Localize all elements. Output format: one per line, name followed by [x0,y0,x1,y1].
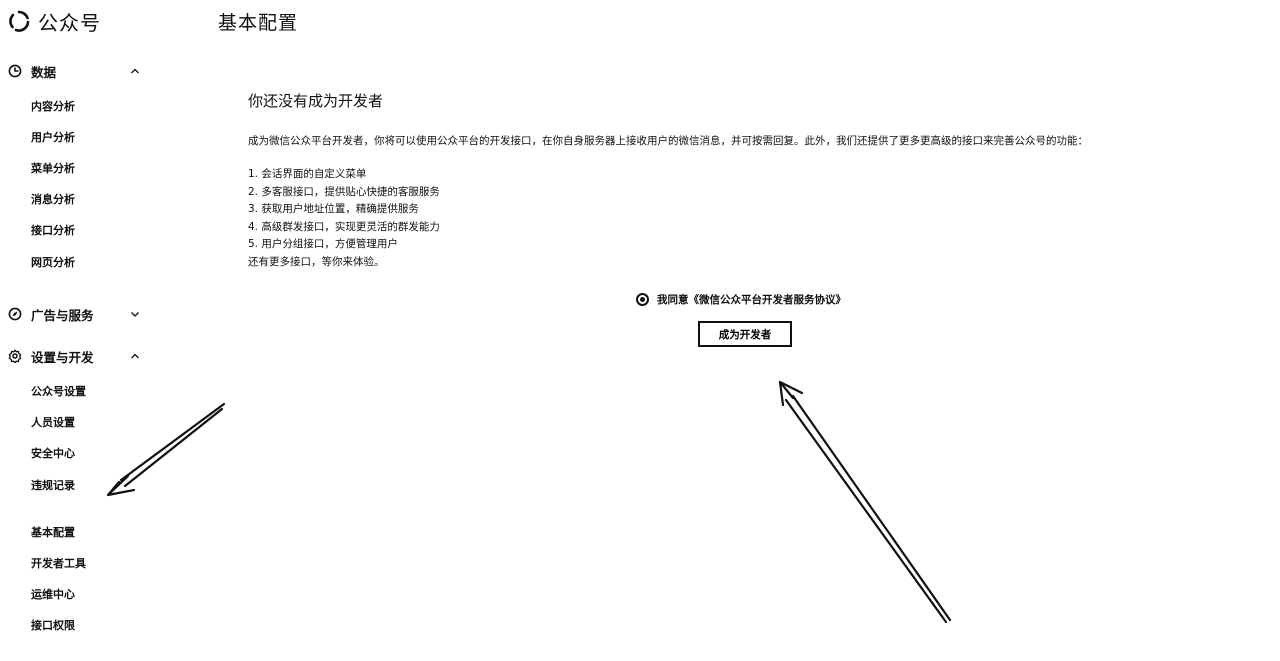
sidebar-group-ads-services[interactable]: 广告与服务 [8,303,140,325]
sidebar-item-web-analysis[interactable]: 网页分析 [31,255,75,271]
brand-name: 公众号 [38,10,101,35]
sidebar-item-content-analysis[interactable]: 内容分析 [31,99,75,115]
sidebar-item-api-permissions[interactable]: 接口权限 [31,618,75,634]
agreement-radio[interactable] [636,293,649,306]
pie-chart-icon [8,64,22,78]
sidebar-group-label: 广告与服务 [31,307,94,323]
sidebar-item-developer-tools[interactable]: 开发者工具 [31,556,86,572]
sidebar-item-api-analysis[interactable]: 接口分析 [31,223,75,239]
feature-item: 3. 获取用户地址位置，精确提供服务 [248,203,419,216]
sidebar-item-security-center[interactable]: 安全中心 [31,446,75,462]
developer-intro-text: 成为微信公众平台开发者，你将可以使用公众平台的开发接口，在你自身服务器上接收用户… [248,135,1088,147]
sidebar-item-account-settings[interactable]: 公众号设置 [31,384,86,400]
wechat-official-account-logo-icon [9,10,30,32]
arrow-to-sidebar-icon [106,402,226,497]
feature-item: 2. 多客服接口，提供贴心快捷的客服服务 [248,185,440,198]
become-developer-button[interactable]: 成为开发者 [698,321,792,347]
feature-item: 1. 会话界面的自定义菜单 [248,168,367,180]
arrow-to-button-icon [778,380,952,624]
sidebar-item-menu-analysis[interactable]: 菜单分析 [31,161,75,177]
sidebar-group-label: 设置与开发 [31,349,94,365]
developer-heading: 你还没有成为开发者 [248,92,384,110]
chevron-down-icon [131,312,139,317]
agreement-checkbox[interactable]: 我同意《微信公众平台开发者服务协议》 [636,292,846,307]
feature-item: 还有更多接口，等你来体验。 [248,255,385,268]
sidebar-item-violation-records[interactable]: 违规记录 [31,478,75,494]
annotation-arrows [106,380,952,624]
feature-item: 5. 用户分组接口，方便管理用户 [248,238,398,251]
chevron-up-icon [131,353,139,359]
sidebar-group-data[interactable]: 数据 [8,60,140,82]
sidebar-item-user-analysis[interactable]: 用户分析 [31,130,75,146]
feature-list: 1. 会话界面的自定义菜单 2. 多客服接口，提供贴心快捷的客服服务 3. 获取… [248,166,440,272]
sidebar-group-settings-dev[interactable]: 设置与开发 [8,345,140,367]
sidebar-item-message-analysis[interactable]: 消息分析 [31,192,75,208]
sidebar-group-label: 数据 [31,64,57,80]
sidebar-item-member-settings[interactable]: 人员设置 [31,415,75,431]
brand[interactable]: 公众号 [8,8,101,35]
sidebar-item-ops-center[interactable]: 运维中心 [31,587,75,603]
agreement-label: 我同意《微信公众平台开发者服务协议》 [657,294,846,306]
chevron-up-icon [131,68,139,74]
feature-item: 4. 高级群发接口，实现更灵活的群发能力 [248,220,440,233]
gear-icon [8,349,22,363]
sidebar-item-basic-config[interactable]: 基本配置 [31,525,75,541]
compass-icon [8,307,22,321]
page-title: 基本配置 [218,12,299,34]
